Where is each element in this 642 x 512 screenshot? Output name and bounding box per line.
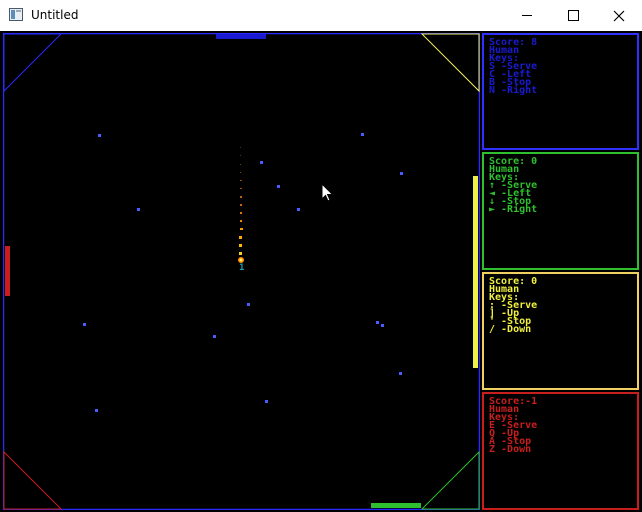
app-icon [9, 8, 23, 21]
player-panel-yellow: Score: 0 Human Keys: : -Serve ] -Up ' -S… [482, 272, 639, 390]
corner-top-left [3, 33, 63, 93]
mouse-cursor-icon [321, 183, 334, 202]
paddle-bottom-green [371, 503, 421, 508]
corner-bottom-right [420, 450, 480, 510]
paddle-right-yellow [473, 176, 478, 368]
corner-bottom-left [3, 450, 63, 510]
maximize-button[interactable] [550, 0, 596, 31]
key-down: Z -Down [489, 444, 532, 455]
player-panel-blue: Score: 8 Human Keys: S -Serve C -Left B … [482, 33, 639, 150]
window-title: Untitled [31, 8, 79, 22]
minimize-icon [522, 15, 532, 16]
maximize-icon [567, 10, 579, 21]
player-panel-green: Score: 0 Human Keys: ↑ -Serve ◄ -Left ↓ … [482, 152, 639, 270]
paddle-left-red [5, 246, 10, 296]
player-panel-red: Score:-1 Human Keys: E -Serve Q -Up A -S… [482, 392, 639, 510]
minimize-button[interactable] [504, 0, 550, 31]
arena[interactable]: 1 [3, 33, 480, 510]
key-right: N -Right [489, 85, 538, 96]
key-down: / -Down [489, 324, 532, 335]
title-bar: Untitled [0, 0, 642, 31]
ball-trail [239, 147, 243, 255]
close-icon [613, 10, 625, 21]
key-right: ► -Right [489, 204, 538, 215]
close-button[interactable] [596, 0, 642, 31]
paddle-top-blue [216, 34, 266, 39]
corner-top-right [420, 33, 480, 93]
ball-label: 1 [239, 263, 244, 273]
